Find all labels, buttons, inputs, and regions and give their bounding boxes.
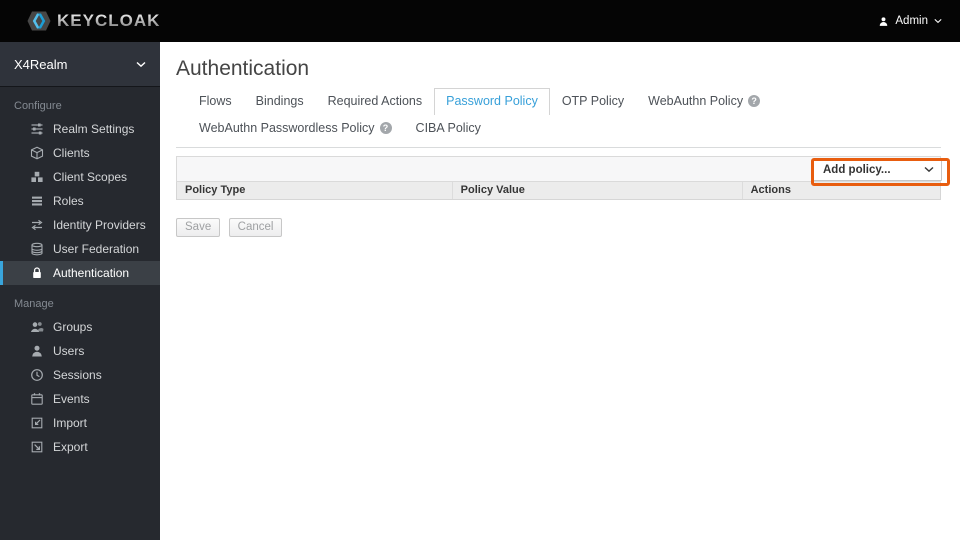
keycloak-logo-icon	[27, 10, 51, 32]
tab-bindings[interactable]: Bindings	[244, 88, 316, 115]
sidebar-item-label: Authentication	[53, 266, 130, 280]
tab-bar: Flows Bindings Required Actions Password…	[187, 88, 959, 142]
user-menu[interactable]: Admin	[878, 15, 942, 27]
form-actions: Save Cancel	[176, 217, 941, 237]
table-toolbar: Add policy...	[176, 156, 950, 186]
sidebar-item-users[interactable]: Users	[0, 339, 160, 363]
password-policy-table: Add policy... Policy Type Policy Value A…	[176, 156, 950, 200]
tab-flows[interactable]: Flows	[187, 88, 244, 115]
sidebar-item-label: Client Scopes	[53, 170, 128, 184]
main-content: Authentication Flows Bindings Required A…	[160, 42, 960, 540]
tab-label: WebAuthn Passwordless Policy	[199, 121, 375, 135]
cube-icon	[30, 146, 44, 160]
chevron-down-icon	[934, 18, 942, 24]
tab-webauthn-policy[interactable]: WebAuthn Policy?	[636, 88, 772, 115]
cancel-button[interactable]: Cancel	[228, 218, 283, 237]
export-icon	[30, 440, 44, 454]
sidebar-item-identity-providers[interactable]: Identity Providers	[0, 213, 160, 237]
topbar: KEYCLOAK Admin	[0, 0, 960, 42]
tab-label: Flows	[199, 94, 232, 108]
lock-icon	[30, 266, 44, 280]
clock-icon	[30, 368, 44, 382]
realm-selector[interactable]: X4Realm	[0, 42, 160, 87]
sidebar-item-groups[interactable]: Groups	[0, 315, 160, 339]
sidebar-item-user-federation[interactable]: User Federation	[0, 237, 160, 261]
sidebar-item-label: Clients	[53, 146, 90, 160]
tab-password-policy[interactable]: Password Policy	[434, 88, 550, 115]
admin-user-icon	[878, 16, 889, 27]
sidebar-item-sessions[interactable]: Sessions	[0, 363, 160, 387]
sidebar-item-label: User Federation	[53, 242, 140, 256]
sidebar-item-client-scopes[interactable]: Client Scopes	[0, 165, 160, 189]
sidebar-item-clients[interactable]: Clients	[0, 141, 160, 165]
section-label-configure: Configure	[14, 100, 62, 112]
sidebar-item-import[interactable]: Import	[0, 411, 160, 435]
exchange-icon	[30, 218, 44, 232]
tab-label: OTP Policy	[561, 94, 625, 108]
sidebar-item-export[interactable]: Export	[0, 435, 160, 459]
tab-label: CIBA Policy	[415, 121, 481, 135]
tab-ciba-policy[interactable]: CIBA Policy	[404, 115, 493, 142]
cubes-icon	[30, 170, 44, 184]
tab-otp-policy[interactable]: OTP Policy	[550, 88, 636, 115]
user-icon	[30, 344, 44, 358]
table-header-row: Policy Type Policy Value Actions	[176, 182, 941, 200]
keycloak-brand: KEYCLOAK	[27, 10, 160, 32]
calendar-icon	[30, 392, 44, 406]
sidebar-item-label: Sessions	[53, 368, 102, 382]
page-title: Authentication	[176, 57, 310, 80]
column-header-policy-value: Policy Value	[451, 182, 742, 199]
tab-label: WebAuthn Policy	[648, 94, 744, 108]
sidebar: X4Realm Configure Realm Settings Clients	[0, 42, 160, 540]
sidebar-item-events[interactable]: Events	[0, 387, 160, 411]
sidebar-nav: Configure Realm Settings Clients Client …	[0, 100, 160, 459]
tab-label: Bindings	[255, 94, 304, 108]
sidebar-item-label: Identity Providers	[53, 218, 146, 232]
brand-title: KEYCLOAK	[57, 11, 161, 30]
add-policy-select[interactable]: Add policy...	[812, 159, 942, 181]
sidebar-item-label: Realm Settings	[53, 122, 135, 136]
add-policy-select-wrap: Add policy...	[811, 158, 950, 186]
tab-webauthn-passwordless-policy[interactable]: WebAuthn Passwordless Policy?	[187, 115, 404, 142]
sidebar-item-label: Users	[53, 344, 85, 358]
sidebar-item-roles[interactable]: Roles	[0, 189, 160, 213]
users-icon	[30, 320, 44, 334]
help-icon[interactable]: ?	[748, 95, 761, 107]
section-label-manage: Manage	[14, 298, 54, 310]
chevron-down-icon	[136, 61, 146, 68]
user-menu-label: Admin	[895, 15, 928, 27]
sidebar-item-label: Events	[53, 392, 90, 406]
sliders-icon	[30, 122, 44, 136]
help-icon[interactable]: ?	[379, 122, 392, 134]
column-header-policy-type: Policy Type	[185, 184, 246, 196]
sidebar-item-realm-settings[interactable]: Realm Settings	[0, 117, 160, 141]
list-icon	[30, 194, 44, 208]
sidebar-item-label: Import	[53, 416, 88, 430]
sidebar-item-authentication[interactable]: Authentication	[0, 261, 160, 285]
tabs-divider	[176, 147, 941, 148]
tab-label: Password Policy	[446, 94, 538, 108]
sidebar-item-label: Export	[53, 440, 88, 454]
tab-required-actions[interactable]: Required Actions	[316, 88, 435, 115]
sidebar-item-label: Roles	[53, 194, 84, 208]
database-icon	[30, 242, 44, 256]
save-button[interactable]: Save	[176, 218, 221, 237]
import-icon	[30, 416, 44, 430]
column-header-actions: Actions	[741, 182, 940, 199]
tab-label: Required Actions	[327, 94, 423, 108]
sidebar-item-label: Groups	[53, 320, 93, 334]
realm-name: X4Realm	[14, 56, 68, 72]
